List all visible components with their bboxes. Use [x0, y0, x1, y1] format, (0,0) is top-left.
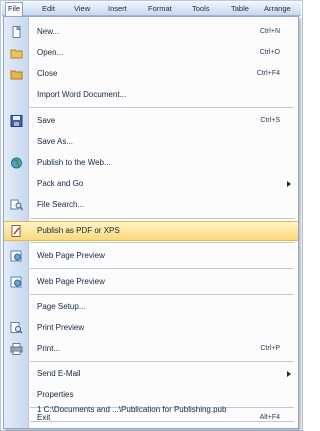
menu-item-label: Print Preview [37, 323, 85, 332]
menu-item-label: Save [37, 116, 56, 125]
menu-item-label: Web Page Preview [37, 277, 105, 286]
menu-item-import-word-document[interactable]: Import Word Document... [4, 85, 298, 105]
menu-item-label: Save As... [37, 137, 74, 146]
menu-item-publish-to-web[interactable]: Publish to the Web... [4, 153, 298, 173]
save-disk-icon [10, 115, 23, 127]
menu-item-web-page-preview[interactable]: Web Page Preview [4, 272, 298, 292]
application-window: File Edit View Insert Format Tools Table… [0, 0, 303, 431]
menu-item-web-page-preview[interactable]: Web Page Preview [4, 246, 298, 266]
menu-item-label: Send E-Mail [37, 369, 81, 378]
menu-item-print[interactable]: Print... Ctrl+P [4, 339, 298, 359]
open-folder-icon [10, 47, 23, 59]
menu-item-label: New... [37, 27, 60, 36]
menu-item-label: File Search... [37, 200, 85, 209]
menu-item-new[interactable]: New... Ctrl+N [4, 22, 298, 42]
menu-format[interactable]: Format [146, 3, 174, 14]
menu-item-pack-and-go[interactable]: Pack and Go [4, 174, 298, 194]
new-document-icon [10, 25, 23, 38]
menu-bar: File Edit View Insert Format Tools Table… [2, 2, 301, 16]
menu-item-print-preview[interactable]: Print Preview [4, 318, 298, 338]
file-search-icon [10, 199, 24, 211]
menu-item-label: Exit [37, 413, 51, 422]
close-folder-icon [10, 68, 23, 80]
shortcut-label: Ctrl+N [259, 28, 280, 35]
menu-item-label: Print... [37, 344, 61, 353]
submenu-arrow-icon [287, 371, 291, 377]
globe-icon [10, 157, 23, 169]
menu-view[interactable]: View [72, 3, 92, 14]
menu-item-label: Web Page Preview [37, 251, 105, 260]
menu-item-publish-as-pdf-xps[interactable]: Publish as PDF or XPS [4, 221, 298, 241]
menu-item-close[interactable]: Close Ctrl+F4 [4, 64, 298, 84]
web-page-preview-icon [10, 250, 23, 262]
menu-item-open[interactable]: Open... Ctrl+O [4, 43, 298, 63]
file-menu-dropdown: New... Ctrl+N Open... Ctrl+O Close Ctrl+… [3, 16, 299, 429]
menu-separator [30, 242, 294, 243]
menu-item-exit[interactable]: Exit Alt+F4 [4, 408, 298, 428]
menu-tools[interactable]: Tools [190, 3, 212, 14]
menu-item-label: Close [37, 69, 58, 78]
menu-item-file-search[interactable]: File Search... [4, 195, 298, 215]
printer-icon [10, 343, 23, 355]
menu-item-label: Import Word Document... [37, 90, 127, 99]
web-page-preview-icon [10, 276, 23, 288]
shortcut-label: Ctrl+P [260, 345, 280, 352]
menu-separator [30, 218, 294, 219]
menu-item-send-email[interactable]: Send E-Mail [4, 364, 298, 384]
menu-separator [30, 294, 294, 295]
shortcut-label: Ctrl+S [260, 117, 280, 124]
shortcut-label: Ctrl+O [259, 49, 280, 56]
menu-item-save-as[interactable]: Save As... [4, 132, 298, 152]
menu-item-label: Open... [37, 48, 64, 57]
menu-item-label: Page Setup... [37, 302, 86, 311]
menu-separator [30, 268, 294, 269]
menu-arrange[interactable]: Arrange [262, 3, 293, 14]
menu-item-label: Publish as PDF or XPS [37, 226, 120, 235]
menu-insert[interactable]: Insert [106, 3, 129, 14]
menu-separator [30, 107, 294, 108]
menu-item-label: Publish to the Web... [37, 158, 111, 167]
print-preview-icon [10, 322, 23, 334]
menu-edit[interactable]: Edit [40, 3, 57, 14]
submenu-arrow-icon [287, 181, 291, 187]
shortcut-label: Alt+F4 [259, 414, 280, 421]
publish-pdf-icon [10, 225, 23, 237]
menu-item-save[interactable]: Save Ctrl+S [4, 111, 298, 131]
menu-item-label: Pack and Go [37, 179, 84, 188]
menu-table[interactable]: Table [229, 3, 251, 14]
shortcut-label: Ctrl+F4 [256, 70, 280, 77]
menu-item-page-setup[interactable]: Page Setup... [4, 297, 298, 317]
menu-file[interactable]: File [5, 2, 24, 16]
menu-separator [30, 361, 294, 362]
